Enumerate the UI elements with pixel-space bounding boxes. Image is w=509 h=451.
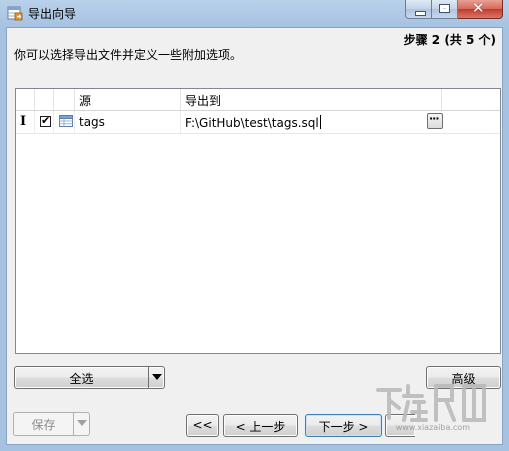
export-path-input[interactable]: F:\GitHub\test\tags.sql	[185, 116, 319, 130]
previous-step-button[interactable]: < 上一步	[223, 414, 298, 437]
browse-file-button[interactable]: ···	[427, 112, 443, 129]
next-step-button[interactable]: 下一步 >	[305, 414, 382, 437]
select-all-button[interactable]: 全选	[14, 366, 165, 389]
close-icon: ✕	[472, 0, 485, 17]
row-export-to-wrapper: F:\GitHub\test\tags.sql	[185, 115, 321, 130]
header-check-column[interactable]	[35, 89, 54, 110]
chevron-down-icon	[77, 420, 87, 426]
select-all-dropdown-button[interactable]	[148, 367, 164, 388]
export-wizard-app-icon	[7, 6, 23, 21]
header-source[interactable]: 源	[75, 89, 181, 110]
minimize-icon	[415, 11, 426, 16]
chevron-down-icon	[152, 374, 162, 380]
header-cursor-column	[16, 89, 35, 110]
header-export-to-label: 导出到	[185, 94, 222, 108]
row-checkbox[interactable]: ✔	[40, 114, 51, 127]
save-button[interactable]: 保存	[13, 412, 90, 436]
row-cursor-cell: I	[16, 111, 35, 133]
table-header: 源 导出到	[16, 89, 500, 111]
table-icon	[59, 115, 73, 127]
row-source-text: tags	[79, 115, 105, 129]
text-cursor-icon: I	[20, 114, 27, 129]
row-source-cell: tags	[75, 111, 181, 133]
save-label: 保存	[31, 418, 56, 432]
minimize-button[interactable]	[405, 0, 432, 19]
wizard-client-area: 步骤 2 (共 5 个) 你可以选择导出文件并定义一些附加选项。 源 导出到 I…	[6, 27, 503, 445]
select-all-label: 全选	[69, 372, 94, 386]
ellipsis-icon: ···	[429, 112, 440, 125]
watermark-logo: www.xiazaiba.com	[374, 376, 494, 434]
title-bar[interactable]: 导出向导 ✕	[0, 0, 509, 26]
maximize-button[interactable]	[432, 0, 458, 19]
maximize-icon	[439, 4, 450, 13]
export-files-table: 源 导出到 I ✔ tags F:\GitHub\test\tags.sql ·…	[15, 88, 501, 354]
text-caret	[319, 115, 321, 129]
caption-buttons: ✕	[405, 0, 503, 20]
row-icon-cell	[54, 111, 75, 133]
header-icon-column	[54, 89, 75, 110]
window-title: 导出向导	[28, 7, 77, 21]
header-export-to[interactable]: 导出到	[181, 89, 442, 110]
header-source-label: 源	[79, 94, 92, 108]
table-row[interactable]: I ✔ tags F:\GitHub\test\tags.sql ···	[16, 111, 500, 134]
step-indicator: 步骤 2 (共 5 个)	[403, 33, 496, 47]
export-wizard-window: 导出向导 ✕ 步骤 2 (共 5 个) 你可以选择导出文件并定义一些附加选项。 …	[0, 0, 509, 451]
close-button[interactable]: ✕	[458, 0, 503, 19]
next-step-label: 下一步 >	[318, 420, 369, 434]
watermark-url: www.xiazaiba.com	[395, 423, 470, 432]
previous-step-label: < 上一步	[235, 420, 286, 434]
page-description: 你可以选择导出文件并定义一些附加选项。	[14, 48, 243, 62]
check-icon: ✔	[41, 114, 51, 127]
row-check-cell: ✔	[35, 111, 54, 133]
save-dropdown-button[interactable]	[73, 413, 89, 435]
first-step-button[interactable]: <<	[186, 414, 219, 437]
row-export-to-cell[interactable]: F:\GitHub\test\tags.sql	[181, 111, 451, 133]
first-step-label: <<	[192, 418, 213, 432]
